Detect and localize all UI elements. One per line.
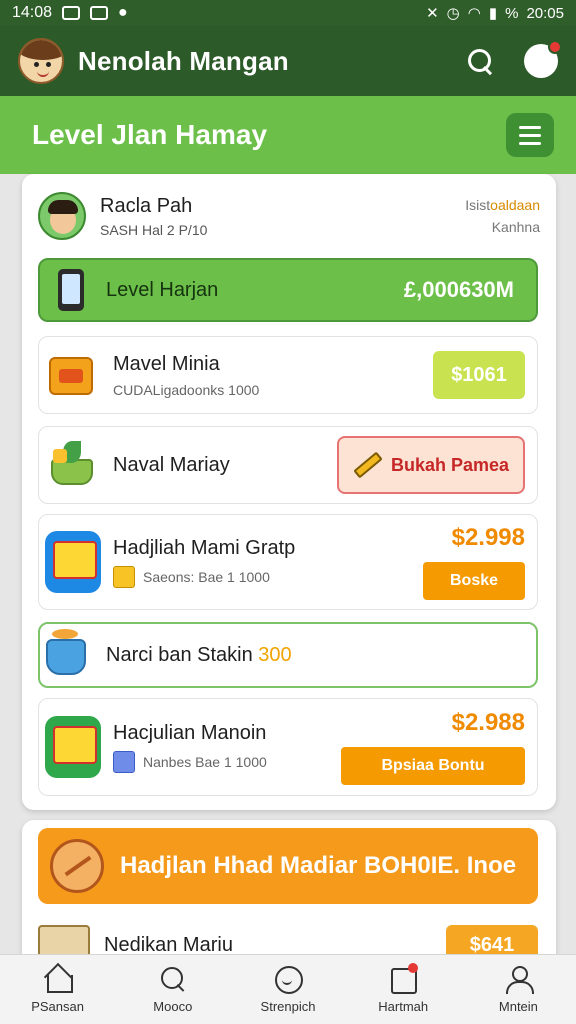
status-time: 14:08 [12,4,53,21]
cube-icon [113,565,135,588]
buy-button[interactable]: Bpsiaa Bontu [341,747,525,785]
shopping-bag-icon [45,529,101,595]
notification-app-icon [62,6,81,20]
special-text: Narci ban Stakin [106,643,259,666]
level-label: Level Harjan [106,278,219,301]
cube-icon [113,750,135,773]
search-icon [158,965,188,993]
user-avatar [38,192,86,240]
nav-item-profile[interactable]: Mntein [461,955,576,1024]
status-right-time: 20:05 [526,4,564,22]
item-subtitle: CUDALigadoonks 1000 [113,381,260,398]
level-row[interactable]: Level Harjan £,000630M [38,258,538,322]
nav-label: PSansan [31,999,84,1014]
bottom-nav: PSansan Mooco Strenpich Hartmah Mntein [0,954,576,1024]
special-row[interactable]: Narci ban Stakin 300 [38,622,538,688]
nav-label: Mntein [498,999,538,1014]
notification-dot [548,40,562,54]
banner-title: Level Jlan Hamay [32,119,268,150]
open-button[interactable]: Bukah Pamea [337,436,525,494]
item-subtitle: Saeons: Bae 1 1000 [143,568,270,585]
nav-item-notifications[interactable]: Hartmah [346,955,461,1024]
profile-subtitle: SASH Hal 2 P/10 [100,221,208,238]
basket-icon [45,437,101,493]
shopping-bag-icon [45,714,101,780]
item-name: Hacjulian Manoin [113,721,267,744]
item-name: Hadjliah Mami Gratp [113,536,296,559]
main-card: Racla Pah SASH Hal 2 P/10 Isistoaldaan K… [22,174,556,810]
nav-item-activity[interactable]: Strenpich [230,955,345,1024]
app-bar: Nenolah Mangan [0,26,576,96]
app-avatar[interactable] [18,38,64,84]
level-banner: Level Jlan Hamay [0,96,576,174]
nav-item-home[interactable]: PSansan [0,955,115,1024]
notification-icon [388,963,419,994]
item-price: $2.988 [451,709,525,736]
profile-right-bottom: Kanhna [491,219,540,235]
open-button-label: Bukah Pamea [390,454,510,475]
profile-row[interactable]: Racla Pah SASH Hal 2 P/10 Isistoaldaan K… [38,186,540,246]
list-item[interactable]: Naval Mariay Bukah Pamea [38,426,538,504]
nav-label: Mooco [153,999,193,1014]
home-icon [43,965,73,993]
profile-right-highlight: oaldaan [490,197,540,213]
special-highlight: 300 [258,643,292,666]
promo-text: Hadjlan Hhad Madiar BOH0IE. Inoe [120,852,517,879]
phone-icon [58,269,84,311]
nav-label: Strenpich [260,999,316,1014]
price-button[interactable]: $1061 [433,351,525,399]
profile-icon[interactable] [524,40,562,78]
promo-banner[interactable]: Hadjlan Hhad Madiar BOH0IE. Inoe [38,828,538,904]
item-name: Mavel Minia [113,352,220,375]
alarm-icon: ◷ [446,5,460,22]
wifi-icon: ◠ [467,5,481,22]
profile-right-gray: Isist [465,197,491,213]
messenger-app-icon [90,6,109,20]
signal-icon: ▮ [488,5,498,22]
smile-icon [273,965,303,994]
gift-box-icon [45,347,101,403]
list-item[interactable]: Hacjulian Manoin Nanbes Bae 1 1000 $2.98… [38,698,538,796]
item-price: $2.998 [451,524,525,551]
user-icon [503,965,535,994]
level-value: £,000630M [403,277,514,302]
buy-button[interactable]: Boske [423,562,525,600]
menu-button[interactable] [506,113,554,157]
mute-icon: ✕ [426,5,439,22]
status-bar: 14:08 ● ✕ ◷ ◠ ▮ % 20:05 [0,0,576,26]
app-title: Nenolah Mangan [78,45,289,76]
dot-icon: ● [118,4,128,21]
list-item[interactable]: Mavel Minia CUDALigadoonks 1000 $1061 [38,336,538,414]
pretzel-icon [50,839,104,893]
item-subtitle: Nanbes Bae 1 1000 [143,753,267,770]
pencil-icon [353,451,383,479]
item-name: Naval Mariay [113,453,230,476]
nav-label: Hartmah [378,999,429,1014]
profile-name: Racla Pah [100,194,193,217]
nav-item-search[interactable]: Mooco [115,955,230,1024]
search-icon[interactable] [466,47,494,75]
list-item[interactable]: Hadjliah Mami Gratp Saeons: Bae 1 1000 $… [38,514,538,610]
cup-icon [40,627,96,683]
battery-percent: % [505,4,519,22]
